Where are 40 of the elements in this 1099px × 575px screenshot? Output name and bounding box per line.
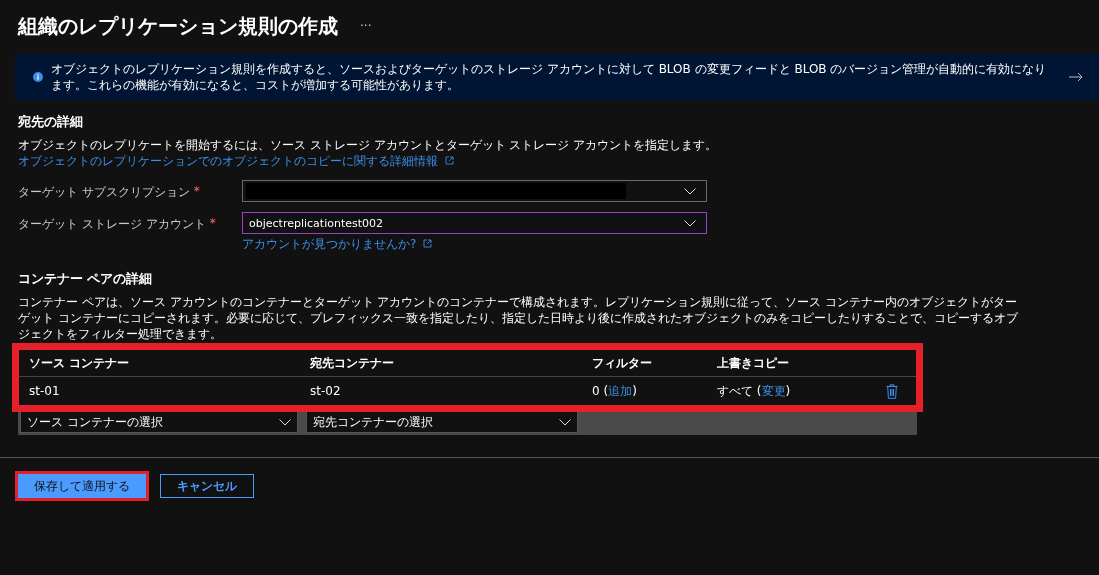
required-mark: *	[192, 183, 201, 198]
more-button[interactable]: ···	[360, 19, 372, 33]
column-header: フィルター	[592, 354, 653, 372]
section-heading: コンテナー ペアの詳細	[18, 271, 154, 288]
external-link-icon	[444, 156, 454, 165]
section-description: コンテナー ペアは、ソース アカウントのコンテナーとターゲット アカウントのコンテナーで構成されます。レプリケーション規則に従って、ソース コンテナー内のオブジェクトがターゲット コンテナーにコピーされます。必要に応じて、プレフィックス一致を指定したり、指定した日時より後に作成されたオブジェクトのみをコピーしたりすることで、コピーするオブジェクトをフィルター処理できます。	[18, 294, 1018, 342]
column-header: 上書きコピー	[717, 354, 790, 372]
column-header: 宛先コンテナー	[310, 354, 395, 372]
required-mark: *	[208, 215, 217, 230]
help-link[interactable]: アカウントが見つかりませんか?	[242, 236, 707, 253]
delete-icon[interactable]	[886, 383, 898, 399]
field-label: ターゲット サブスクリプション	[18, 184, 190, 201]
closing-paren: )	[785, 383, 791, 398]
field-label: ターゲット ストレージ アカウント	[18, 216, 206, 233]
table-cell-text: st-01	[29, 384, 61, 398]
external-link-icon	[423, 239, 433, 248]
add-link[interactable]: 追加	[608, 383, 633, 398]
column-header: ソース コンテナー	[29, 354, 131, 372]
chevron-down-icon	[684, 187, 696, 195]
chevron-down-icon	[684, 219, 696, 227]
arrow-right-icon[interactable]	[1069, 72, 1083, 82]
cancel-button[interactable]: キャンセル	[160, 474, 254, 498]
dropdown-field[interactable]: objectreplicationtest002	[242, 212, 707, 234]
info-icon	[33, 70, 43, 84]
learn-more-link[interactable]: オブジェクトのレプリケーションでのオブジェクトのコピーに関する詳細情報	[18, 154, 454, 168]
destination-container-dropdown[interactable]: 宛先コンテナーの選択	[306, 411, 578, 433]
source-container-dropdown[interactable]: ソース コンテナーの選択	[20, 411, 298, 433]
filter-count: 0 (	[592, 383, 609, 398]
section-description: オブジェクトのレプリケートを開始するには、ソース ストレージ アカウントとターゲット ストレージ アカウントを指定します。	[18, 137, 719, 153]
chevron-down-icon	[559, 418, 571, 426]
save-button[interactable]: 保存して適用する	[18, 474, 146, 498]
change-link[interactable]: 変更	[761, 383, 786, 398]
chevron-down-icon	[279, 418, 291, 426]
page-title: 組織のレプリケーション規則の作成	[18, 12, 338, 40]
overwrite-value: すべて (	[717, 383, 762, 398]
closing-paren: )	[632, 383, 637, 398]
table-cell-text: st-02	[310, 384, 342, 398]
section-heading: 宛先の詳細	[18, 114, 84, 131]
info-message: オブジェクトのレプリケーション規則を作成すると、ソースおよびターゲットのストレージ アカウントに対して BLOB の変更フィードと BLOB のバージョン管理が自動的に有効になります。これらの機能が有効になると、コストが増加する可能性があります。	[51, 61, 1048, 93]
dropdown-field[interactable]	[242, 180, 707, 202]
